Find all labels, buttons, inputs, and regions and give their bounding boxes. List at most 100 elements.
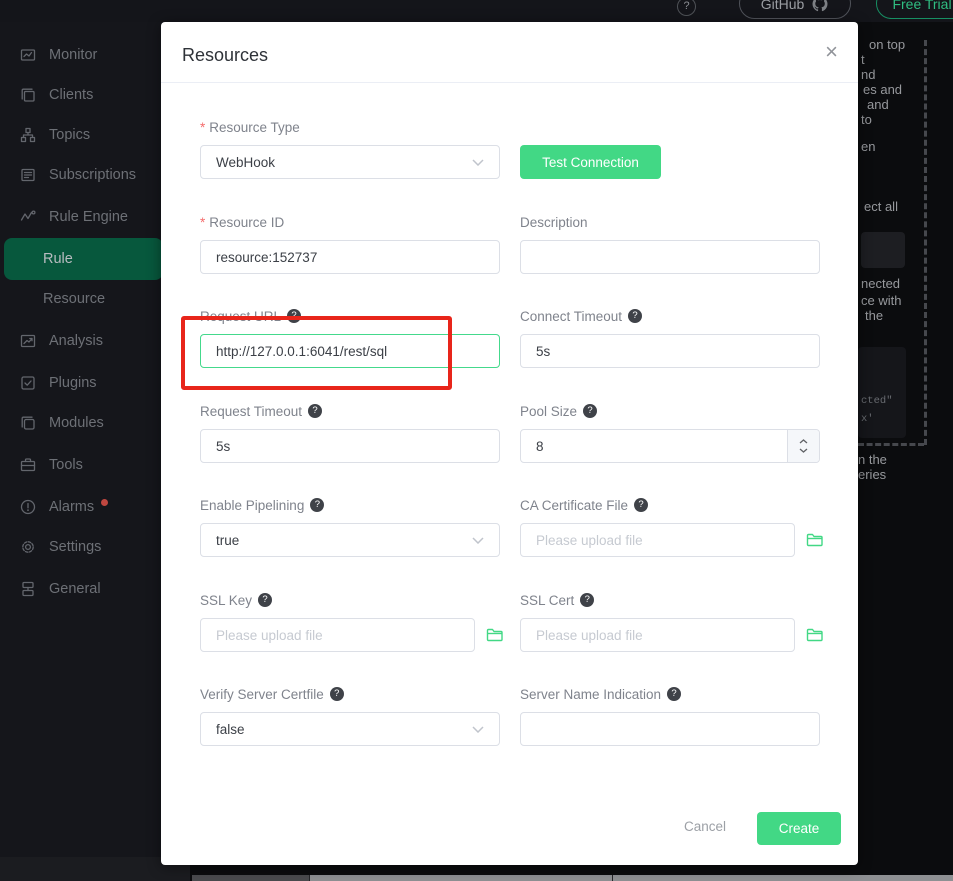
horizontal-scrollbar[interactable]	[192, 875, 953, 881]
stepper-down-icon[interactable]	[799, 448, 808, 453]
folder-upload-icon[interactable]	[805, 626, 825, 646]
field-description: Description	[520, 212, 820, 274]
question-help-icon[interactable]: ?	[583, 404, 597, 418]
background-text-fragment: n the	[858, 452, 887, 467]
resource-id-input[interactable]	[200, 240, 500, 274]
free-trial-label: Free Trial	[892, 0, 951, 12]
create-button[interactable]: Create	[757, 812, 841, 845]
request-url-input[interactable]	[200, 334, 500, 368]
clients-icon	[20, 87, 36, 103]
chevron-down-icon	[472, 537, 484, 544]
ssl-key-label: SSL Key	[200, 593, 252, 608]
background-text-fragment: t	[861, 52, 865, 67]
modules-icon	[20, 415, 36, 431]
verify-server-certfile-label: Verify Server Certfile	[200, 687, 324, 702]
request-timeout-label: Request Timeout	[200, 404, 302, 419]
description-input[interactable]	[520, 240, 820, 274]
github-icon	[811, 0, 829, 13]
enable-pipelining-select[interactable]: true	[200, 523, 500, 557]
github-label: GitHub	[761, 0, 805, 12]
field-enable-pipelining: Enable Pipelining ? true	[200, 495, 500, 557]
field-ssl-cert: SSL Cert ?	[520, 590, 820, 652]
top-bar: ? GitHub Free Trial	[0, 0, 953, 22]
scrollbar-thumb[interactable]	[192, 875, 309, 881]
background-dashed-border	[924, 40, 927, 445]
field-label-row: Enable Pipelining ?	[200, 495, 500, 515]
free-trial-button[interactable]: Free Trial	[876, 0, 953, 19]
rule-engine-icon	[20, 209, 36, 225]
required-mark: *	[200, 120, 205, 135]
code-fragment: x'	[861, 413, 874, 425]
ca-certificate-label: CA Certificate File	[520, 498, 628, 513]
background-text-fragment: and	[867, 97, 889, 112]
background-code-block: cted" x'	[858, 347, 906, 438]
close-icon[interactable]: ×	[825, 41, 838, 63]
alarms-icon	[20, 499, 36, 515]
modal-title: Resources	[182, 45, 268, 66]
question-help-icon[interactable]: ?	[628, 309, 642, 323]
resource-type-select[interactable]: WebHook	[200, 145, 500, 179]
plugins-icon	[20, 375, 36, 391]
subscriptions-icon	[20, 167, 36, 183]
field-label-row: * Resource ID	[200, 212, 500, 232]
request-url-label: Request URL	[200, 309, 281, 324]
question-help-icon[interactable]: ?	[634, 498, 648, 512]
field-pool-size: Pool Size ?	[520, 401, 820, 463]
background-button-fragment	[861, 232, 905, 268]
required-mark: *	[200, 215, 205, 230]
question-help-icon[interactable]: ?	[287, 309, 301, 323]
enable-pipelining-label: Enable Pipelining	[200, 498, 304, 513]
background-text-fragment: on top	[869, 37, 905, 52]
folder-upload-icon[interactable]	[805, 531, 825, 551]
general-icon	[20, 581, 36, 597]
question-help-icon[interactable]: ?	[310, 498, 324, 512]
field-connect-timeout: Connect Timeout ?	[520, 306, 820, 368]
ssl-cert-input[interactable]	[520, 618, 795, 652]
resource-type-label: Resource Type	[209, 120, 300, 135]
field-label-row: * Resource Type	[200, 117, 500, 137]
github-button[interactable]: GitHub	[739, 0, 851, 19]
question-help-icon[interactable]: ?	[258, 593, 272, 607]
question-help-icon[interactable]: ?	[580, 593, 594, 607]
resources-modal: Resources × * Resource Type WebHook Test…	[161, 22, 858, 865]
field-ssl-key: SSL Key ?	[200, 590, 500, 652]
pool-size-label: Pool Size	[520, 404, 577, 419]
field-server-name-indication: Server Name Indication ?	[520, 684, 820, 746]
test-connection-button[interactable]: Test Connection	[520, 145, 661, 179]
scrollbar-divider	[612, 875, 613, 881]
alarm-badge-dot	[101, 499, 108, 506]
sidebar-item-label: Settings	[49, 539, 101, 555]
ssl-key-input[interactable]	[200, 618, 475, 652]
sidebar-item-label: Topics	[49, 127, 90, 143]
field-label-row: SSL Cert ?	[520, 590, 820, 610]
server-name-indication-input[interactable]	[520, 712, 820, 746]
sidebar-item-label: Analysis	[49, 333, 103, 349]
field-verify-server-certfile: Verify Server Certfile ? false	[200, 684, 500, 746]
background-text-fragment: the	[865, 308, 883, 323]
background-text-fragment: ce with	[861, 293, 901, 308]
ca-certificate-input[interactable]	[520, 523, 795, 557]
background-text-fragment: to	[861, 112, 872, 127]
pool-size-input[interactable]	[520, 429, 820, 463]
chevron-down-icon	[472, 159, 484, 166]
stepper-up-icon[interactable]	[799, 439, 808, 444]
connect-timeout-input[interactable]	[520, 334, 820, 368]
background-text-fragment: nd	[861, 67, 875, 82]
question-help-icon[interactable]: ?	[667, 687, 681, 701]
cancel-button[interactable]: Cancel	[667, 819, 743, 834]
field-label-row: CA Certificate File ?	[520, 495, 820, 515]
field-ca-certificate: CA Certificate File ?	[520, 495, 820, 557]
number-stepper[interactable]	[787, 430, 819, 462]
help-icon[interactable]: ?	[677, 0, 696, 16]
request-timeout-input[interactable]	[200, 429, 500, 463]
tools-icon	[20, 457, 36, 473]
scrollbar-divider	[309, 875, 310, 881]
sidebar-item-rule[interactable]: Rule	[4, 238, 163, 280]
question-help-icon[interactable]: ?	[308, 404, 322, 418]
verify-server-certfile-select[interactable]: false	[200, 712, 500, 746]
question-help-icon[interactable]: ?	[330, 687, 344, 701]
folder-upload-icon[interactable]	[485, 626, 505, 646]
field-label-row: SSL Key ?	[200, 590, 500, 610]
background-text-fragment: en	[861, 139, 875, 154]
server-name-indication-label: Server Name Indication	[520, 687, 661, 702]
